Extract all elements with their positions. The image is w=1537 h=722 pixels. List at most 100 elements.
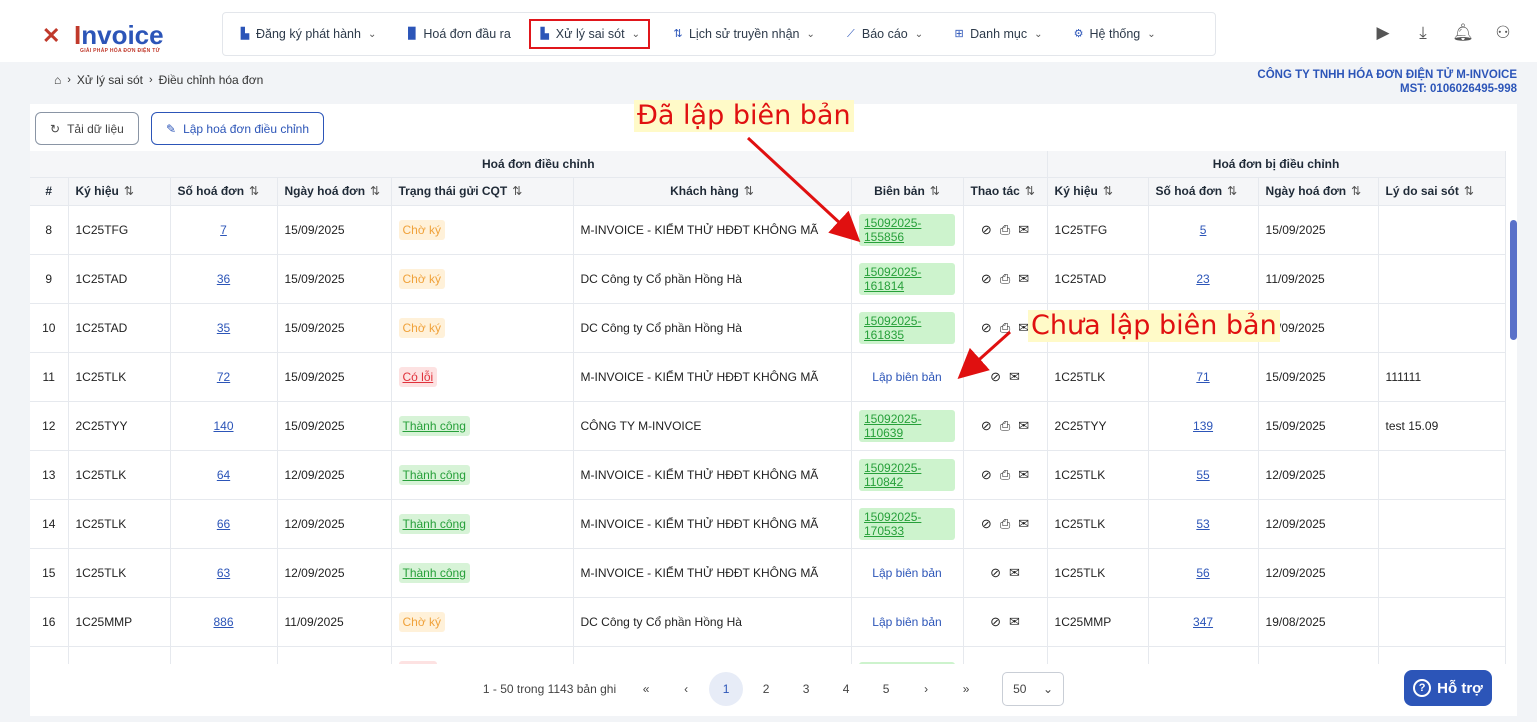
adjusted-invoice-link[interactable]: 5 xyxy=(1200,223,1207,237)
page-1-button[interactable]: 1 xyxy=(709,672,744,706)
nav-item-4[interactable]: ⟋ Báo cáo ⌄ xyxy=(837,19,931,49)
prev-page-button[interactable]: ‹ xyxy=(666,672,706,706)
help-button[interactable]: ? Hỗ trợ xyxy=(1404,670,1492,706)
adjusted-invoice-link[interactable]: 24 xyxy=(1196,664,1209,665)
adjusted-invoice-link[interactable]: 56 xyxy=(1196,566,1209,580)
bien-ban-link[interactable]: 15092025-110842 xyxy=(859,458,955,491)
link-icon[interactable]: ⊘ xyxy=(990,614,1001,630)
download-icon[interactable]: ⤓ xyxy=(1411,22,1435,44)
adjusted-invoice-link[interactable]: 71 xyxy=(1196,370,1209,384)
invoice-number-link[interactable]: 63 xyxy=(217,566,230,580)
adjusted-invoice-link[interactable]: 347 xyxy=(1193,615,1213,629)
status-badge[interactable]: Có lỗi xyxy=(398,660,438,664)
link-icon[interactable]: ⊘ xyxy=(981,516,992,532)
column-header[interactable]: Lý do sai sót ⇅ xyxy=(1378,177,1506,206)
invoice-number-link[interactable]: 886 xyxy=(213,615,233,629)
print-icon[interactable]: ⎙ xyxy=(1000,663,1010,665)
link-icon[interactable]: ⊘ xyxy=(981,663,992,665)
adjusted-invoice-link[interactable]: 23 xyxy=(1196,272,1209,286)
print-icon[interactable]: ⎙ xyxy=(1000,271,1010,287)
table-row[interactable]: 9 1C25TAD 36 15/09/2025 Chờ ký DC Công t… xyxy=(30,254,1506,304)
logo[interactable]: ✕ Invoice GIẢI PHÁP HÓA ĐƠN ĐIỆN TỬ xyxy=(38,20,188,54)
bell-icon[interactable]: 🔔︎ xyxy=(1451,22,1475,44)
column-header[interactable]: # xyxy=(30,177,69,206)
create-bien-ban-link[interactable]: Lập biên bản xyxy=(872,615,941,629)
table-row[interactable]: 10 1C25TAD 35 15/09/2025 Chờ ký DC Công … xyxy=(30,303,1506,353)
invoice-number-link[interactable]: 35 xyxy=(217,321,230,335)
page-4-button[interactable]: 4 xyxy=(826,672,866,706)
column-header[interactable]: Ngày hoá đơn ⇅ xyxy=(1258,177,1379,206)
column-header[interactable]: Biên bản ⇅ xyxy=(851,177,964,206)
table-row[interactable]: 15 1C25TLK 63 12/09/2025 Thành công M-IN… xyxy=(30,548,1506,598)
mail-icon[interactable]: ✉ xyxy=(1018,467,1029,483)
column-header[interactable]: Ký hiệu ⇅ xyxy=(68,177,171,206)
vertical-scrollbar[interactable] xyxy=(1507,104,1519,704)
invoice-number-link[interactable]: 36 xyxy=(217,272,230,286)
nav-item-6[interactable]: ⚙ Hệ thống ⌄ xyxy=(1065,19,1164,49)
mail-icon[interactable]: ✉ xyxy=(1018,271,1029,287)
table-row[interactable]: 11 1C25TLK 72 15/09/2025 Có lỗi M-INVOIC… xyxy=(30,352,1506,402)
status-badge[interactable]: Có lỗi xyxy=(398,366,438,387)
print-icon[interactable]: ⎙ xyxy=(1000,467,1010,483)
mail-icon[interactable]: ✉ xyxy=(1018,222,1029,238)
invoice-number-link[interactable]: 140 xyxy=(213,419,233,433)
bien-ban-link[interactable]: 11092025-0839 xyxy=(859,661,955,664)
scrollbar-thumb[interactable] xyxy=(1510,220,1517,340)
user-icon[interactable]: ⚇ xyxy=(1491,22,1515,44)
bien-ban-link[interactable]: 15092025-161835 xyxy=(859,311,955,344)
link-icon[interactable]: ⊘ xyxy=(981,271,992,287)
link-icon[interactable]: ⊘ xyxy=(981,320,992,336)
breadcrumb-item[interactable]: Xử lý sai sót xyxy=(77,73,143,87)
create-bien-ban-link[interactable]: Lập biên bản xyxy=(872,370,941,384)
page-5-button[interactable]: 5 xyxy=(866,672,906,706)
status-badge[interactable]: Thành công xyxy=(398,464,470,485)
link-icon[interactable]: ⊘ xyxy=(981,222,992,238)
mail-icon[interactable]: ✉ xyxy=(1009,369,1020,385)
column-header[interactable]: Ký hiệu ⇅ xyxy=(1047,177,1149,206)
table-row[interactable]: 8 1C25TFG 7 15/09/2025 Chờ ký M-INVOICE … xyxy=(30,205,1506,255)
status-badge[interactable]: Thành công xyxy=(398,415,470,436)
status-badge[interactable]: Thành công xyxy=(398,562,470,583)
status-badge[interactable]: Thành công xyxy=(398,513,470,534)
invoice-number-link[interactable]: 64 xyxy=(217,468,230,482)
page-3-button[interactable]: 3 xyxy=(786,672,826,706)
mail-icon[interactable]: ✉ xyxy=(1009,614,1020,630)
column-header[interactable]: Thao tác ⇅ xyxy=(963,177,1048,206)
nav-item-3[interactable]: ⇅ Lịch sử truyền nhận ⌄ xyxy=(664,19,823,49)
first-page-button[interactable]: « xyxy=(626,672,666,706)
print-icon[interactable]: ⎙ xyxy=(1000,418,1010,434)
print-icon[interactable]: ⎙ xyxy=(1000,222,1010,238)
bien-ban-link[interactable]: 15092025-170533 xyxy=(859,507,955,540)
link-icon[interactable]: ⊘ xyxy=(981,467,992,483)
link-icon[interactable]: ⊘ xyxy=(990,369,1001,385)
bien-ban-link[interactable]: 15092025-110639 xyxy=(859,409,955,442)
create-bien-ban-link[interactable]: Lập biên bản xyxy=(872,566,941,580)
table-row[interactable]: 13 1C25TLK 64 12/09/2025 Thành công M-IN… xyxy=(30,450,1506,500)
column-header[interactable]: Số hoá đơn ⇅ xyxy=(1148,177,1259,206)
column-header[interactable]: Ngày hoá đơn ⇅ xyxy=(277,177,392,206)
column-header[interactable]: Trạng thái gửi CQT ⇅ xyxy=(391,177,574,206)
mail-icon[interactable]: ✉ xyxy=(1018,516,1029,532)
next-page-button[interactable]: › xyxy=(906,672,946,706)
bien-ban-link[interactable]: 15092025-155856 xyxy=(859,213,955,246)
mail-icon[interactable]: ✉ xyxy=(1018,663,1029,665)
table-row[interactable]: 12 2C25TYY 140 15/09/2025 Thành công CÔN… xyxy=(30,401,1506,451)
adjusted-invoice-link[interactable]: 139 xyxy=(1193,419,1213,433)
adjusted-invoice-link[interactable]: 55 xyxy=(1196,468,1209,482)
youtube-icon[interactable]: ▶ xyxy=(1371,22,1395,44)
table-row[interactable]: 14 1C25TLK 66 12/09/2025 Thành công M-IN… xyxy=(30,499,1506,549)
last-page-button[interactable]: » xyxy=(946,672,986,706)
nav-item-1[interactable]: ▉ Hoá đơn đầu ra xyxy=(398,19,518,49)
invoice-number-link[interactable]: 7 xyxy=(220,223,227,237)
nav-item-2[interactable]: ▙ Xử lý sai sót ⌄ xyxy=(528,19,650,49)
print-icon[interactable]: ⎙ xyxy=(1000,320,1010,336)
page-size-select[interactable]: 50 ⌄ xyxy=(1002,672,1065,706)
page-2-button[interactable]: 2 xyxy=(746,672,786,706)
invoice-number-link[interactable]: 26 xyxy=(217,664,230,665)
bien-ban-link[interactable]: 15092025-161814 xyxy=(859,262,955,295)
invoice-number-link[interactable]: 66 xyxy=(217,517,230,531)
table-row[interactable]: 16 1C25MMP 886 11/09/2025 Chờ ký DC Công… xyxy=(30,597,1506,647)
create-adjustment-button[interactable]: ✎ Lập hoá đơn điều chỉnh xyxy=(151,112,325,145)
print-icon[interactable]: ⎙ xyxy=(1000,516,1010,532)
link-icon[interactable]: ⊘ xyxy=(981,418,992,434)
